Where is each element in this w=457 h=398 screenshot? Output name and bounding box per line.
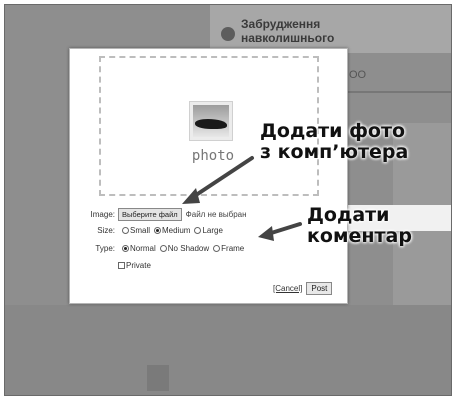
add-photo-annotation: Додати фото з комп’ютера [260,121,408,163]
comment-note-arrowhead [258,226,274,241]
add-photo-annotation-line1: Додати фото [260,120,406,142]
annotation-arrows [182,156,302,241]
photo-note-arrowhead [182,188,200,204]
add-photo-annotation-line2: з комп’ютера [260,141,409,163]
add-comment-annotation-line1: Додати [307,204,390,226]
add-comment-annotation: Додати коментар [307,205,412,247]
add-comment-annotation-line2: коментар [307,225,412,247]
photo-note-arrow [188,156,254,201]
